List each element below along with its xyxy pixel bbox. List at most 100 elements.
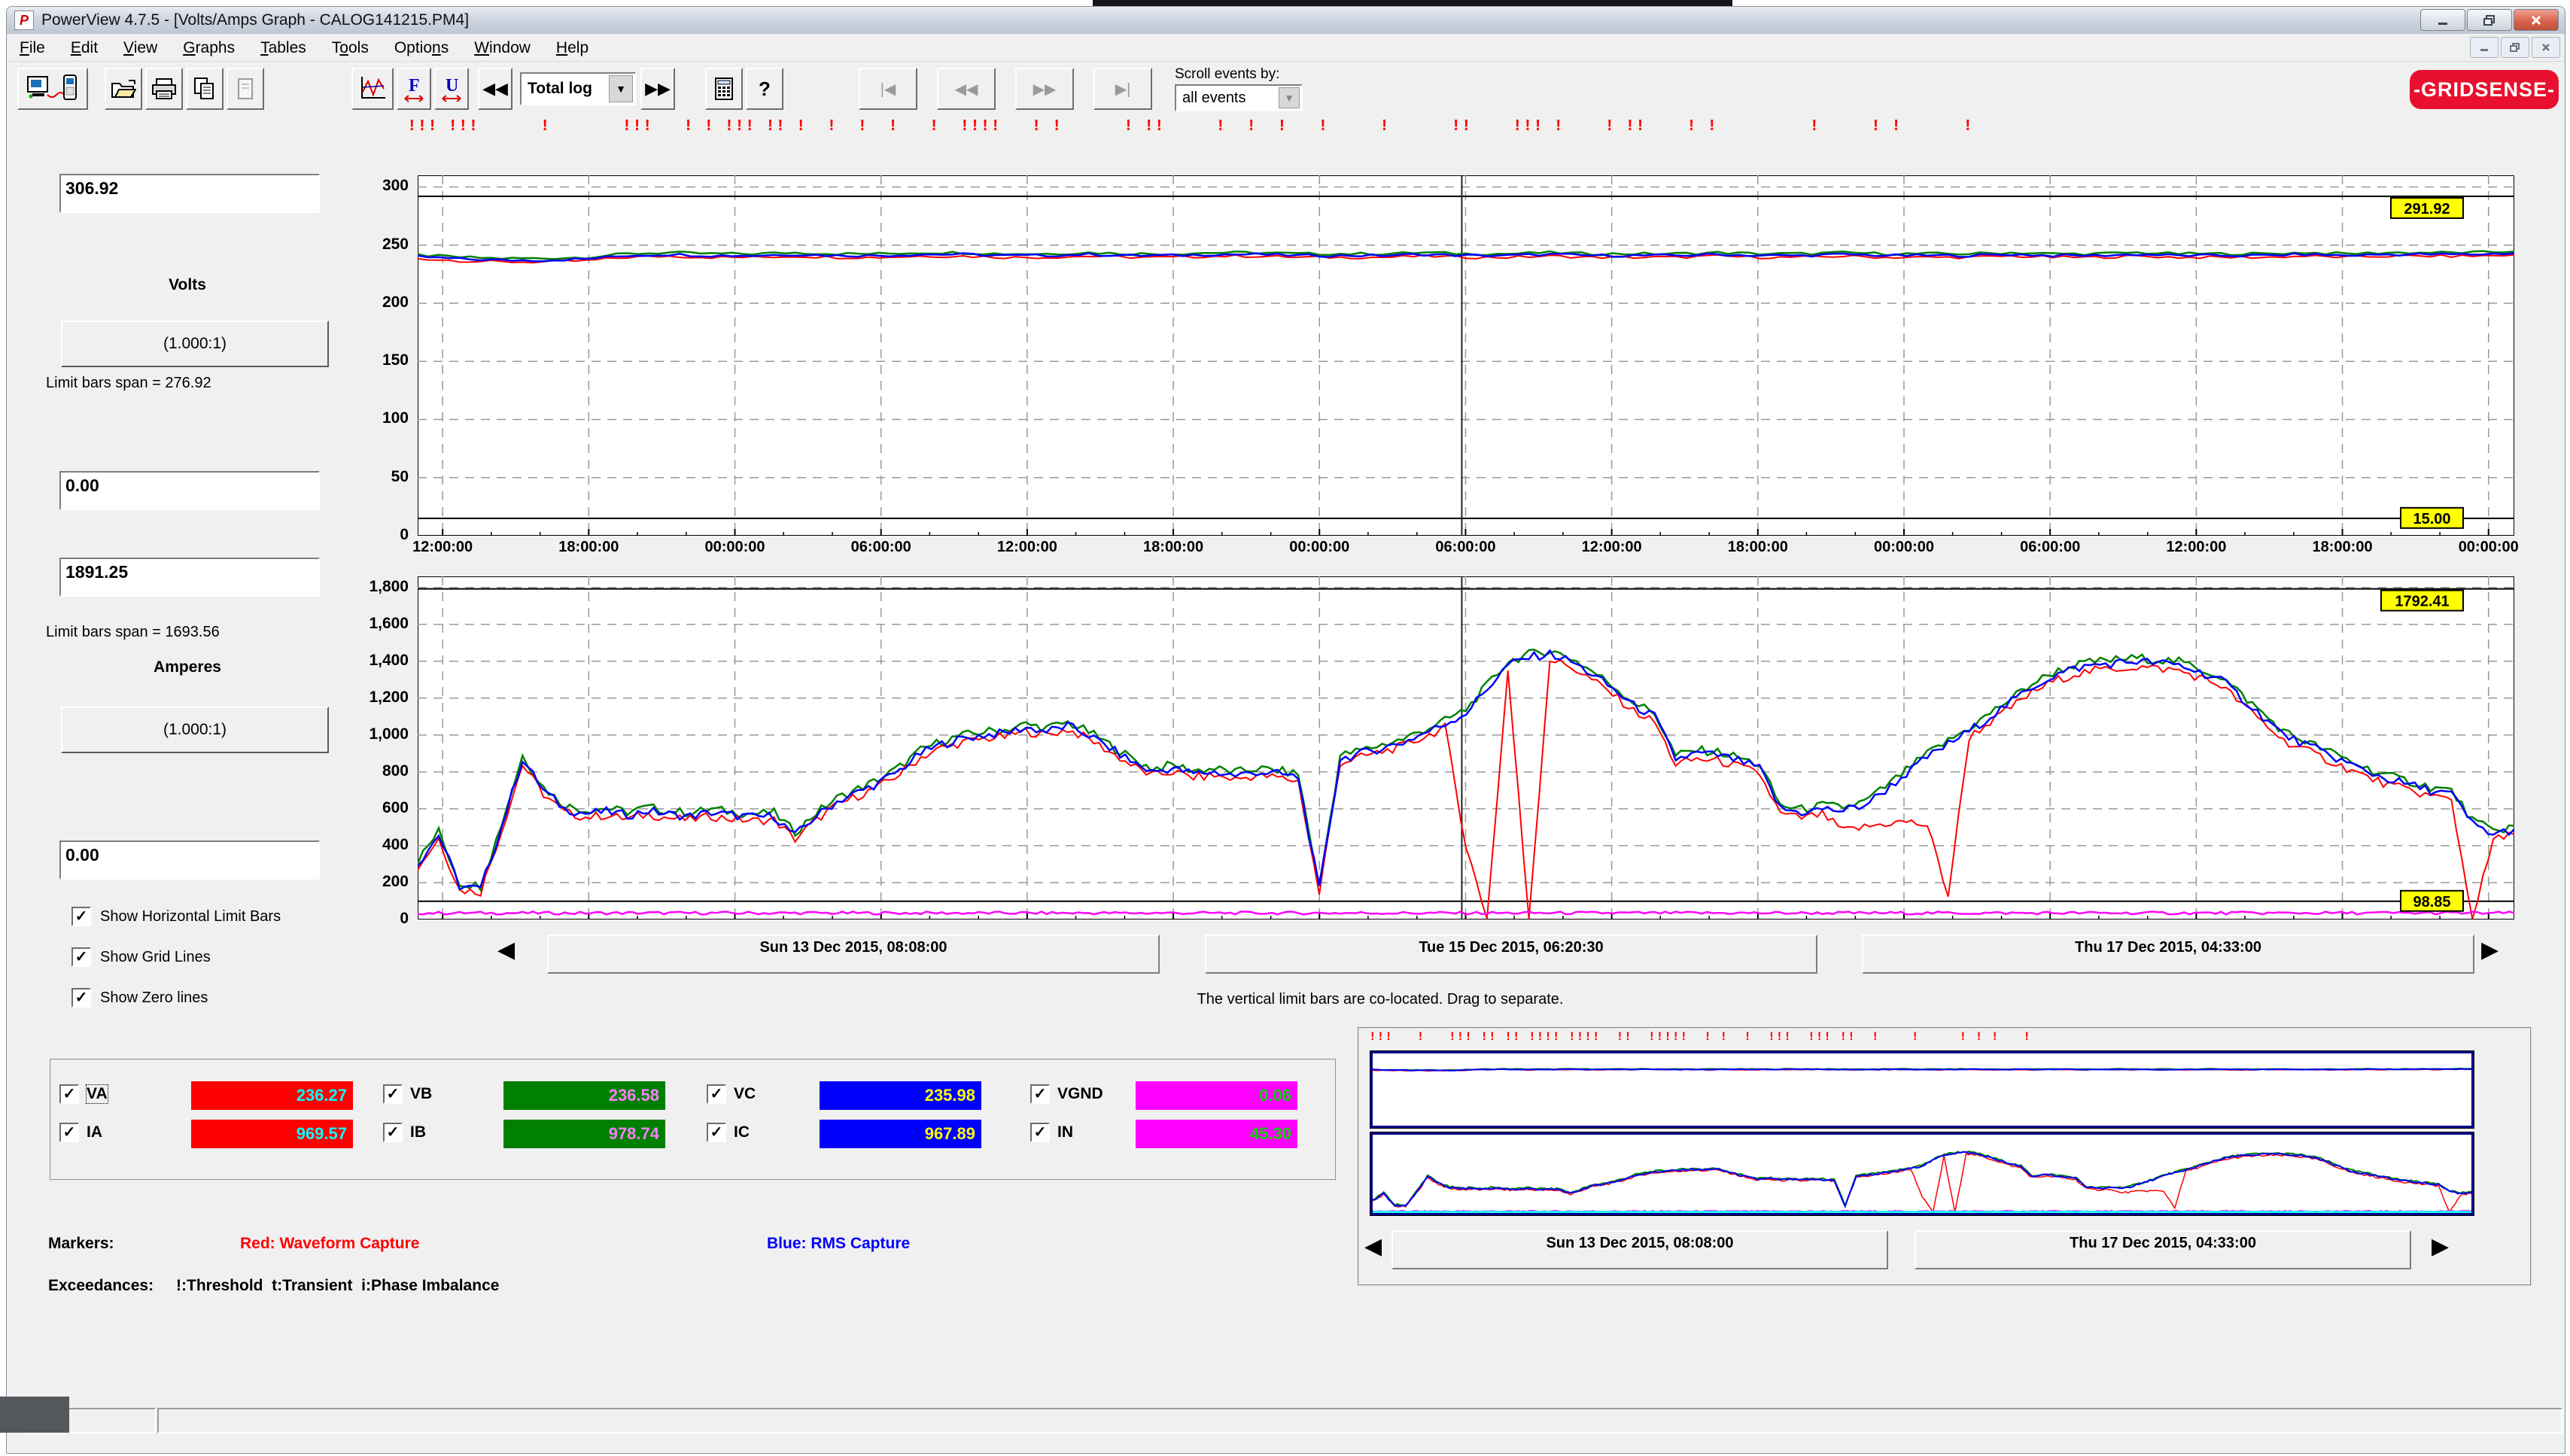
checkbox-icon[interactable]: ✓: [383, 1123, 403, 1142]
amps-ratio-button[interactable]: (1.000:1): [61, 707, 329, 753]
title-bar[interactable]: P PowerView 4.7.5 - [Volts/Amps Graph - …: [7, 7, 2565, 34]
checkbox-icon[interactable]: ✓: [707, 1123, 726, 1142]
amps-max-field[interactable]: 1891.25: [59, 558, 320, 597]
range-selector[interactable]: Total log ▼: [520, 72, 636, 105]
option-show-horizontal-limit-bars[interactable]: ✓ Show Horizontal Limit Bars: [71, 907, 281, 926]
volts-chart[interactable]: 291.9215.00: [418, 175, 2514, 536]
calculator-icon: [714, 77, 734, 101]
y-axis-tick-label: 1,800: [336, 578, 409, 596]
svg-text:15.00: 15.00: [2413, 511, 2450, 527]
pan-left-button[interactable]: ◀◀: [478, 68, 512, 110]
legend-item-ic[interactable]: ✓IC: [707, 1123, 750, 1142]
exceedances-key: !:Threshold t:Transient i:Phase Imbalanc…: [176, 1277, 499, 1295]
legend-item-vgnd[interactable]: ✓VGND: [1030, 1084, 1103, 1104]
scrollbar-range-panel[interactable]: Sun 13 Dec 2015, 08:08:00: [547, 935, 1160, 974]
legend-item-ib[interactable]: ✓IB: [383, 1123, 426, 1142]
powerview-window: P PowerView 4.7.5 - [Volts/Amps Graph - …: [6, 6, 2565, 1454]
menu-graphs[interactable]: Graphs: [170, 36, 248, 60]
open-file-button[interactable]: [105, 68, 142, 110]
menu-help[interactable]: Help: [543, 36, 601, 60]
checkbox-icon[interactable]: ✓: [59, 1123, 79, 1142]
checkbox-icon[interactable]: ✓: [71, 947, 91, 967]
scroll-events-selector[interactable]: all events ▼: [1175, 84, 1303, 111]
amps-overview-chart[interactable]: [1373, 1135, 2471, 1213]
checkbox-icon[interactable]: ✓: [1030, 1084, 1050, 1104]
checkbox-icon[interactable]: ✓: [71, 907, 91, 926]
scrollbar-range-panel[interactable]: Thu 17 Dec 2015, 04:33:00: [1862, 935, 2474, 974]
time-axis-label: 00:00:00: [704, 539, 765, 556]
legend-item-va[interactable]: ✓VA: [59, 1084, 108, 1104]
graph-view-button[interactable]: [351, 68, 394, 110]
chevron-down-icon: ▼: [1279, 87, 1300, 108]
print-button[interactable]: [145, 68, 183, 110]
checkbox-icon[interactable]: ✓: [59, 1084, 79, 1104]
y-axis-tick-label: 600: [336, 799, 409, 817]
last-event-button: ▶|: [1093, 68, 1152, 110]
svg-text:F: F: [409, 76, 420, 96]
range-selector-value: Total log: [528, 80, 592, 98]
volts-max-field[interactable]: 306.92: [59, 174, 320, 213]
graph-icon: [358, 75, 387, 102]
legend-value-vc: 235.98: [820, 1081, 981, 1110]
amps-min-field[interactable]: 0.00: [59, 840, 320, 880]
copy-button[interactable]: [186, 68, 224, 110]
document-icon: [236, 78, 255, 100]
legend-item-vb[interactable]: ✓VB: [383, 1084, 432, 1104]
overview-scroll-right-arrow[interactable]: ▶: [2432, 1232, 2449, 1262]
y-axis-tick-label: 1,400: [336, 652, 409, 670]
menu-tables[interactable]: Tables: [248, 36, 319, 60]
download-from-logger-button[interactable]: [17, 68, 88, 110]
legend-item-ia[interactable]: ✓IA: [59, 1123, 102, 1142]
menu-window[interactable]: Window: [461, 36, 543, 60]
minimize-button[interactable]: [2420, 9, 2465, 31]
menu-view[interactable]: View: [111, 36, 170, 60]
time-axis-label: 18:00:00: [1143, 539, 1203, 556]
scrollbar-left-arrow[interactable]: ◀: [497, 935, 515, 965]
f-zoom-icon: F: [403, 74, 424, 103]
close-button[interactable]: [2514, 9, 2559, 31]
amps-chart[interactable]: 1792.4198.85: [418, 576, 2514, 919]
menu-options[interactable]: Options: [382, 36, 461, 60]
overview-scroll-left-arrow[interactable]: ◀: [1364, 1232, 1382, 1262]
chevron-down-icon[interactable]: ▼: [609, 75, 633, 102]
menu-edit[interactable]: Edit: [58, 36, 111, 60]
restore-button[interactable]: [2467, 9, 2512, 31]
legend-item-vc[interactable]: ✓VC: [707, 1084, 756, 1104]
time-axis-label: 00:00:00: [2459, 539, 2519, 556]
option-show-grid-lines[interactable]: ✓Show Grid Lines: [71, 947, 211, 967]
scrollbar-range-panel[interactable]: Tue 15 Dec 2015, 06:20:30: [1205, 935, 1817, 974]
y-axis-tick-label: 200: [336, 293, 409, 312]
checkbox-icon[interactable]: ✓: [383, 1084, 403, 1104]
volts-overview-chart[interactable]: [1373, 1053, 2471, 1126]
option-label: Show Horizontal Limit Bars: [100, 908, 281, 926]
checkbox-icon[interactable]: ✓: [707, 1084, 726, 1104]
calculator-button[interactable]: [705, 68, 743, 110]
scrollbar-range-panel[interactable]: Sun 13 Dec 2015, 08:08:00: [1391, 1230, 1888, 1269]
mdi-minimize-button[interactable]: [2470, 37, 2499, 58]
scrollbar-right-arrow[interactable]: ▶: [2481, 935, 2499, 965]
legend-item-in[interactable]: ✓IN: [1030, 1123, 1073, 1142]
pan-right-button[interactable]: ▶▶: [640, 68, 675, 110]
mdi-restore-button[interactable]: [2501, 37, 2529, 58]
legend-value-in: 45.30: [1136, 1120, 1297, 1148]
volts-min-field[interactable]: 0.00: [59, 471, 320, 510]
fast-forward-icon: ▶▶: [1033, 80, 1057, 99]
fast-forward-icon: ▶▶: [645, 79, 671, 99]
unbalance-zoom-button[interactable]: U: [434, 68, 469, 110]
option-show-zero-lines[interactable]: ✓Show Zero lines: [71, 988, 208, 1008]
help-button[interactable]: ?: [746, 68, 783, 110]
scrollbar-range-panel[interactable]: Thu 17 Dec 2015, 04:33:00: [1915, 1230, 2411, 1269]
mdi-close-button[interactable]: [2532, 37, 2560, 58]
checkbox-icon[interactable]: ✓: [1030, 1123, 1050, 1142]
volts-ratio-button[interactable]: (1.000:1): [61, 321, 329, 367]
printer-icon: [151, 78, 177, 100]
checkbox-icon[interactable]: ✓: [71, 988, 91, 1008]
y-axis-tick-label: 100: [336, 409, 409, 427]
y-axis-tick-label: 1,000: [336, 725, 409, 743]
time-axis-label: 06:00:00: [851, 539, 911, 556]
frequency-zoom-button[interactable]: F: [397, 68, 431, 110]
legend-value-ia: 969.57: [191, 1120, 353, 1148]
menu-file[interactable]: File: [7, 36, 58, 60]
menu-tools[interactable]: Tools: [319, 36, 382, 60]
copy-icon: [193, 77, 217, 101]
